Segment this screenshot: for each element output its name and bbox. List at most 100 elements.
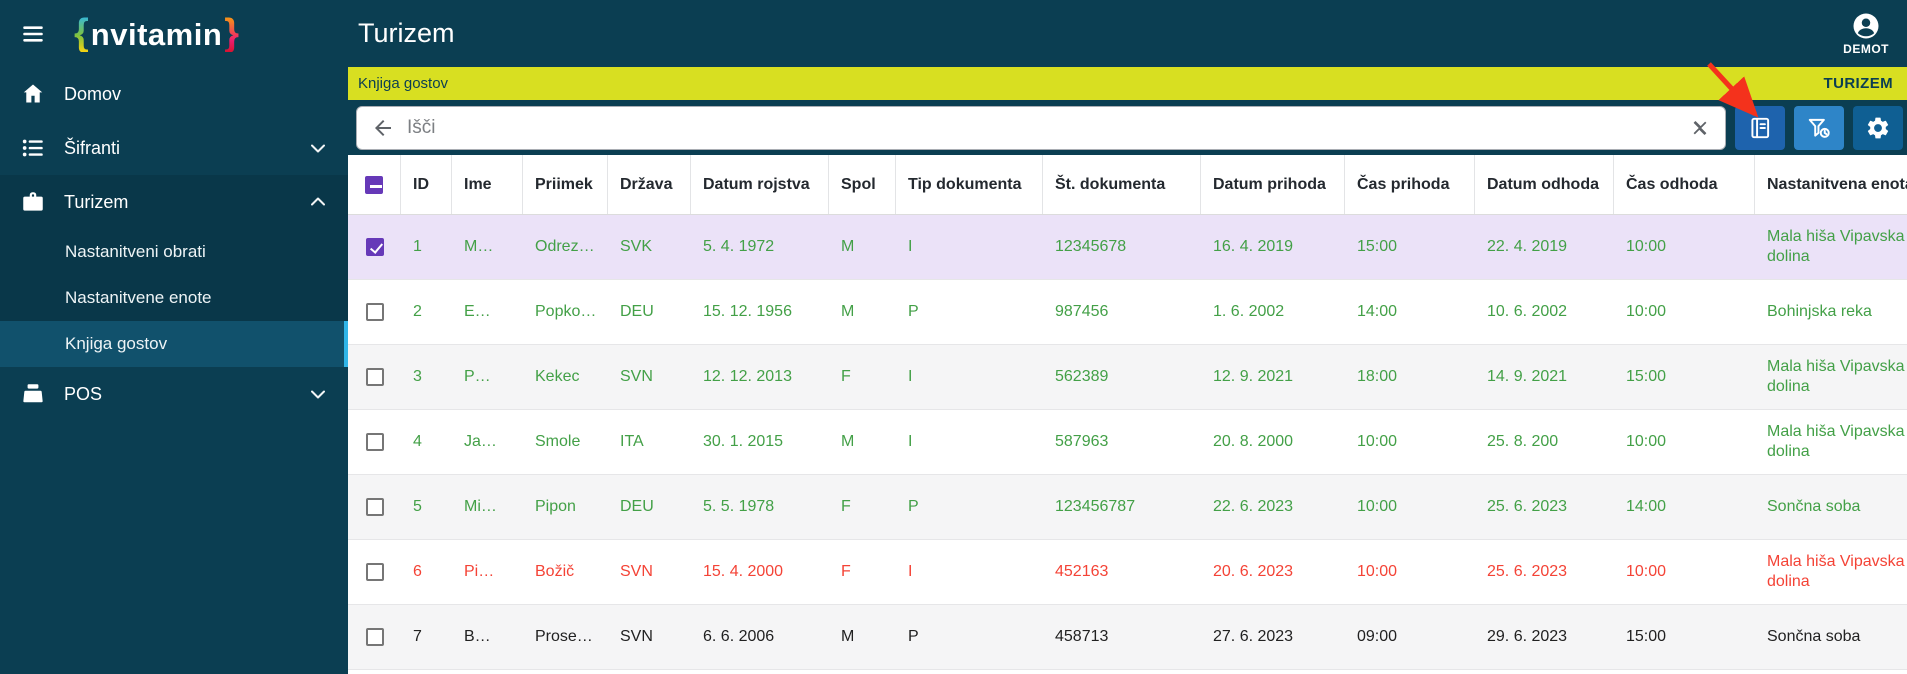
column-header-priimek[interactable]: Priimek bbox=[523, 155, 608, 214]
table-row[interactable]: 1 M… Odrez… SVK 5. 4. 1972 M I 12345678 … bbox=[348, 215, 1907, 280]
cell-datum-odhoda: 29. 6. 2023 bbox=[1487, 628, 1568, 645]
cell-cas-odhoda: 10:00 bbox=[1626, 433, 1667, 450]
sidebar-item-knjiga-gostov[interactable]: Knjiga gostov bbox=[0, 321, 348, 367]
table-row[interactable]: 3 P… Kekec SVN 12. 12. 2013 F I 562389 1… bbox=[348, 345, 1907, 410]
cell-datum-odhoda: 25. 6. 2023 bbox=[1487, 563, 1568, 580]
cell-st-dokumenta: 452163 bbox=[1055, 563, 1109, 580]
cell-spol: F bbox=[841, 563, 851, 580]
cell-datum-rojstva: 6. 6. 2006 bbox=[703, 628, 775, 645]
sidebar-group-turizem: Turizem Nastanitveni obrati Nastanitvene… bbox=[0, 175, 348, 367]
table-row[interactable]: 5 Mi… Pipon DEU 5. 5. 1978 F P 123456787… bbox=[348, 475, 1907, 540]
arrow-left-icon bbox=[375, 119, 391, 136]
cell-priimek: Odrez… bbox=[535, 238, 595, 255]
cell-st-dokumenta: 587963 bbox=[1055, 433, 1109, 450]
sidebar-item-domov[interactable]: Domov bbox=[0, 67, 348, 121]
cell-nastanitvena-enota: Mala hiša Vipavska dolina bbox=[1767, 553, 1905, 590]
column-header-tip-dokumenta[interactable]: Tip dokumenta bbox=[896, 155, 1043, 214]
cell-cas-prihoda: 18:00 bbox=[1357, 368, 1398, 385]
cell-datum-odhoda: 22. 4. 2019 bbox=[1487, 238, 1568, 255]
cell-datum-rojstva: 5. 5. 1978 bbox=[703, 498, 775, 515]
search-input[interactable] bbox=[407, 116, 1677, 139]
logo-brace-right: } bbox=[224, 12, 240, 54]
column-header-nastanitvena-enota[interactable]: Nastanitvena enota bbox=[1755, 155, 1907, 214]
column-header-id[interactable]: ID bbox=[401, 155, 452, 214]
cell-cas-odhoda: 15:00 bbox=[1626, 628, 1667, 645]
cell-st-dokumenta: 562389 bbox=[1055, 368, 1109, 385]
user-label: DEMOT bbox=[1843, 42, 1889, 56]
row-checkbox-cell bbox=[348, 238, 401, 256]
column-header-drzava[interactable]: Država bbox=[608, 155, 691, 214]
column-header-st-dokumenta[interactable]: Št. dokumenta bbox=[1043, 155, 1201, 214]
cell-datum-prihoda: 12. 9. 2021 bbox=[1213, 368, 1294, 385]
app-logo[interactable]: { nvitamin } bbox=[74, 14, 239, 53]
cell-st-dokumenta: 12345678 bbox=[1055, 238, 1127, 255]
cell-tip-dokumenta: I bbox=[908, 563, 913, 580]
table-row[interactable]: 6 Pi… Božič SVN 15. 4. 2000 F I 452163 2… bbox=[348, 540, 1907, 605]
cell-cas-odhoda: 14:00 bbox=[1626, 498, 1667, 515]
column-header-ime[interactable]: Ime bbox=[452, 155, 523, 214]
cell-cas-odhoda: 15:00 bbox=[1626, 368, 1667, 385]
cell-nastanitvena-enota: Bohinjska reka bbox=[1767, 303, 1872, 320]
cell-id: 7 bbox=[413, 628, 422, 645]
sidebar-item-sifranti[interactable]: Šifranti bbox=[0, 121, 348, 175]
logo-text: nvitamin bbox=[90, 17, 223, 52]
guest-table: ID Ime Priimek Država Datum rojstva Spol… bbox=[348, 155, 1907, 670]
cell-datum-prihoda: 27. 6. 2023 bbox=[1213, 628, 1294, 645]
cell-priimek: Kekec bbox=[535, 368, 580, 385]
row-checkbox[interactable] bbox=[365, 628, 384, 646]
cell-priimek: Pipon bbox=[535, 498, 576, 515]
row-checkbox[interactable] bbox=[365, 303, 384, 321]
back-button[interactable] bbox=[369, 114, 397, 142]
column-header-cas-prihoda[interactable]: Čas prihoda bbox=[1345, 155, 1475, 214]
cell-priimek: Prose… bbox=[535, 628, 593, 645]
sidebar-item-pos[interactable]: POS bbox=[0, 367, 348, 421]
filter-history-icon bbox=[1808, 118, 1830, 138]
cell-tip-dokumenta: I bbox=[908, 368, 913, 385]
row-checkbox-cell bbox=[348, 498, 401, 516]
guest-book-icon bbox=[1751, 117, 1770, 138]
row-checkbox[interactable] bbox=[365, 368, 384, 386]
cell-datum-prihoda: 20. 8. 2000 bbox=[1213, 433, 1294, 450]
app-root: { nvitamin } Turizem DEMOT Domov Šifrant… bbox=[0, 0, 1907, 674]
cell-priimek: Smole bbox=[535, 433, 581, 450]
filter-history-button[interactable] bbox=[1794, 105, 1844, 150]
select-all-checkbox[interactable] bbox=[365, 175, 383, 194]
column-header-cas-odhoda[interactable]: Čas odhoda bbox=[1614, 155, 1755, 214]
menu-button[interactable] bbox=[14, 15, 52, 53]
table-row[interactable]: 2 E… Popko… DEU 15. 12. 1956 M P 987456 … bbox=[348, 280, 1907, 345]
cell-datum-prihoda: 1. 6. 2002 bbox=[1213, 303, 1285, 320]
table-row[interactable]: 4 Ja… Smole ITA 30. 1. 2015 M I 587963 2… bbox=[348, 410, 1907, 475]
row-checkbox[interactable] bbox=[365, 238, 384, 256]
row-checkbox-cell bbox=[348, 368, 401, 386]
row-checkbox[interactable] bbox=[365, 498, 384, 516]
account-circle-icon bbox=[1853, 13, 1879, 39]
cell-datum-odhoda: 14. 9. 2021 bbox=[1487, 368, 1568, 385]
cell-st-dokumenta: 987456 bbox=[1055, 303, 1109, 320]
sidebar-item-label: Turizem bbox=[64, 191, 129, 212]
chevron-down-icon bbox=[311, 144, 325, 153]
column-header-datum-odhoda[interactable]: Datum odhoda bbox=[1475, 155, 1614, 214]
cell-id: 2 bbox=[413, 303, 422, 320]
chevron-down-icon bbox=[311, 390, 325, 399]
sidebar-subitem-label: Knjiga gostov bbox=[65, 334, 168, 353]
cell-spol: M bbox=[841, 628, 855, 645]
guest-book-button[interactable] bbox=[1735, 105, 1785, 150]
clear-search-button[interactable] bbox=[1687, 115, 1713, 141]
row-checkbox[interactable] bbox=[365, 563, 384, 581]
cell-nastanitvena-enota: Mala hiša Vipavska dolina bbox=[1767, 358, 1905, 395]
cell-st-dokumenta: 123456787 bbox=[1055, 498, 1136, 515]
cell-tip-dokumenta: I bbox=[908, 433, 913, 450]
table-row[interactable]: 7 B… Prose… SVN 6. 6. 2006 M P 458713 27… bbox=[348, 605, 1907, 670]
settings-button[interactable] bbox=[1853, 105, 1903, 150]
column-header-datum-rojstva[interactable]: Datum rojstva bbox=[691, 155, 829, 214]
row-checkbox[interactable] bbox=[365, 433, 384, 451]
sidebar-item-nastanitvene-enote[interactable]: Nastanitvene enote bbox=[0, 275, 348, 321]
column-header-spol[interactable]: Spol bbox=[829, 155, 896, 214]
cell-cas-prihoda: 09:00 bbox=[1357, 628, 1398, 645]
user-menu[interactable]: DEMOT bbox=[1843, 11, 1889, 56]
column-header-datum-prihoda[interactable]: Datum prihoda bbox=[1201, 155, 1345, 214]
sidebar-item-nastanitveni-obrati[interactable]: Nastanitveni obrati bbox=[0, 229, 348, 275]
sidebar-item-turizem[interactable]: Turizem bbox=[0, 175, 348, 229]
table-header: ID Ime Priimek Država Datum rojstva Spol… bbox=[348, 155, 1907, 215]
cell-id: 5 bbox=[413, 498, 422, 515]
